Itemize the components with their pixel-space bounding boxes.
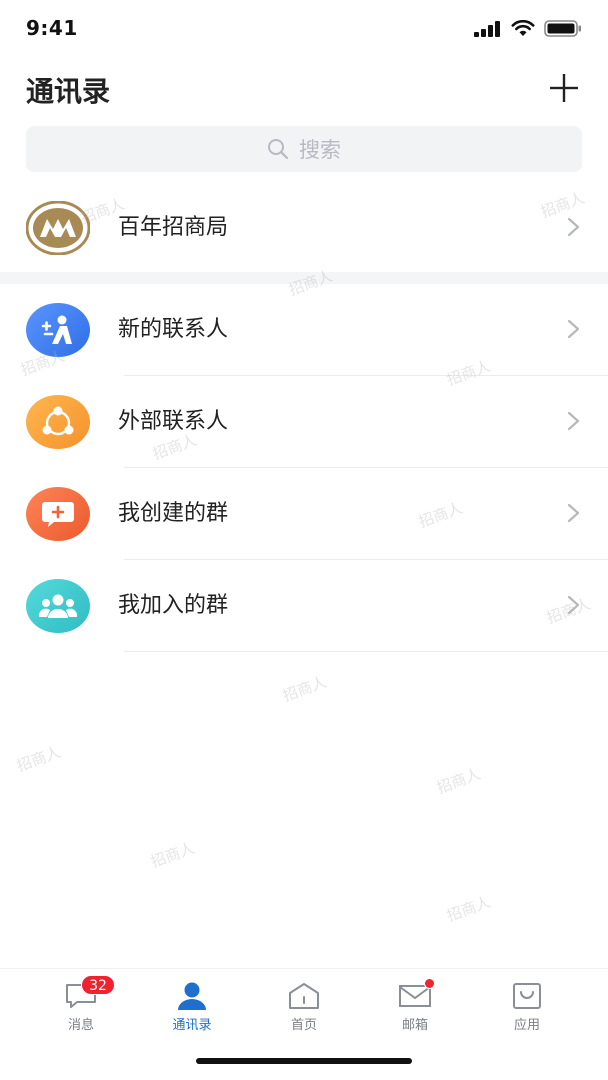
chat-plus-icon — [42, 502, 74, 527]
tab-icon-wrap — [286, 981, 322, 1011]
list-item-external-contacts[interactable]: 外部联系人 — [0, 376, 608, 468]
page-title: 通讯录 — [26, 75, 111, 108]
list-item-new-contacts[interactable]: 新的联系人 — [0, 284, 608, 376]
org-row[interactable]: 百年招商局 — [0, 182, 608, 274]
tab-label: 首页 — [290, 1018, 317, 1033]
created-groups-avatar — [26, 487, 90, 541]
chevron-right-icon — [567, 217, 580, 237]
status-time: 9:41 — [26, 16, 78, 40]
status-icons — [474, 20, 582, 37]
watermark: 招商人 — [148, 838, 197, 872]
group-icon — [38, 594, 78, 618]
chevron-right-icon — [567, 595, 580, 615]
row-divider — [124, 651, 608, 652]
tab-label: 通讯录 — [172, 1018, 212, 1033]
list-item-created-groups[interactable]: 我创建的群 — [0, 468, 608, 560]
org-name: 百年招商局 — [118, 215, 229, 240]
chevron-right-icon — [567, 319, 580, 339]
search-input[interactable]: 搜索 — [26, 126, 582, 172]
signal-icon — [474, 20, 500, 37]
joined-groups-avatar — [26, 579, 90, 633]
add-button[interactable] — [544, 68, 584, 108]
person-icon — [178, 982, 206, 1010]
tab-label: 应用 — [513, 1018, 540, 1033]
tab-home[interactable]: 首页 — [254, 981, 354, 1041]
org-logo-icon — [25, 200, 91, 256]
battery-icon — [544, 20, 581, 37]
new-contacts-avatar — [26, 303, 90, 357]
home-indicator — [196, 1058, 412, 1064]
status-bar: 9:41 — [0, 0, 608, 58]
shopping-bag-icon — [513, 983, 541, 1009]
tab-icon-wrap — [509, 981, 545, 1011]
section-divider — [0, 272, 608, 284]
tab-mail[interactable]: 邮箱 — [365, 978, 465, 1041]
add-person-icon — [41, 315, 72, 344]
tab-contacts[interactable]: 通讯录 — [142, 981, 242, 1041]
search-placeholder: 搜索 — [299, 138, 341, 162]
share-network-icon — [42, 406, 74, 436]
watermark: 招商人 — [14, 742, 63, 776]
tab-messages[interactable]: 32 消息 — [31, 975, 131, 1041]
tab-label: 邮箱 — [401, 1018, 428, 1033]
chevron-right-icon — [567, 411, 580, 431]
plus-icon — [550, 74, 578, 102]
tab-icon-wrap — [397, 978, 435, 1011]
list-item-joined-groups[interactable]: 我加入的群 — [0, 560, 608, 652]
home-icon — [289, 983, 319, 1009]
watermark: 招商人 — [280, 672, 329, 706]
tab-icon-wrap — [174, 981, 210, 1011]
org-logo — [25, 200, 91, 256]
contacts-screen: 9:41 通讯录 搜索 百年招商局 新的联系人 外部联系人 我创建的群 我加入的… — [0, 0, 608, 1080]
wifi-icon — [511, 20, 535, 36]
unread-badge: 32 — [81, 975, 115, 995]
external-contacts-avatar — [26, 395, 90, 449]
list-item-label: 我加入的群 — [118, 593, 229, 618]
watermark: 招商人 — [444, 892, 493, 926]
watermark: 招商人 — [434, 764, 483, 798]
tab-icon-wrap: 32 — [63, 975, 115, 1011]
list-item-label: 我创建的群 — [118, 501, 229, 526]
tab-label: 消息 — [67, 1018, 94, 1033]
mail-badge-dot — [424, 978, 435, 989]
list-item-label: 外部联系人 — [118, 409, 229, 434]
search-icon — [268, 139, 289, 160]
tab-apps[interactable]: 应用 — [477, 981, 577, 1041]
list-item-label: 新的联系人 — [118, 317, 229, 342]
chevron-right-icon — [567, 503, 580, 523]
